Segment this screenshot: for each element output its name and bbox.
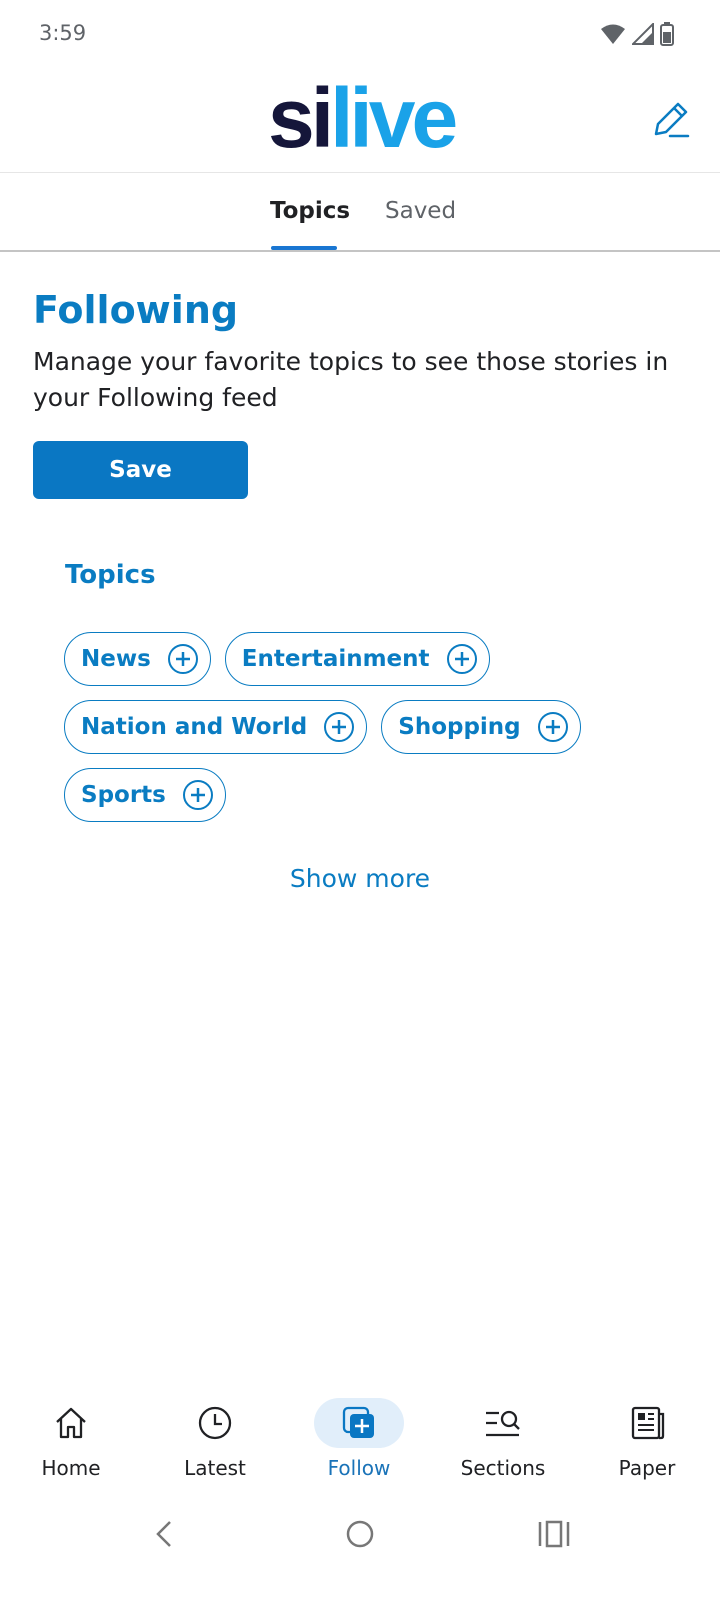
system-home-button[interactable] bbox=[340, 1514, 380, 1554]
pencil-icon bbox=[654, 102, 690, 138]
plus-circle-icon bbox=[324, 712, 355, 742]
save-button[interactable]: Save bbox=[33, 441, 248, 499]
sections-search-icon bbox=[486, 1410, 520, 1437]
topic-chip-nation-and-world[interactable]: Nation and World bbox=[64, 700, 368, 754]
follow-icon bbox=[342, 1406, 374, 1438]
topic-chip-label: Shopping bbox=[398, 714, 521, 740]
clock-icon bbox=[198, 1406, 232, 1440]
nav-label: Paper bbox=[618, 1456, 676, 1480]
show-more-link[interactable]: Show more bbox=[0, 864, 720, 893]
signal-icon bbox=[632, 23, 654, 45]
topic-chip-label: Nation and World bbox=[81, 714, 308, 740]
status-time: 3:59 bbox=[39, 21, 87, 45]
recents-icon bbox=[538, 1520, 570, 1548]
topic-chip-sports[interactable]: Sports bbox=[64, 768, 226, 822]
nav-label: Follow bbox=[327, 1456, 391, 1480]
system-nav-bar bbox=[0, 1500, 720, 1604]
nav-label: Latest bbox=[184, 1456, 246, 1480]
status-bar: 3:59 bbox=[0, 0, 720, 70]
plus-circle-icon bbox=[446, 644, 477, 674]
logo-part-si: si bbox=[268, 71, 334, 165]
page-title: Following bbox=[33, 288, 239, 332]
plus-circle-icon bbox=[182, 780, 213, 810]
nav-paper[interactable]: Paper bbox=[582, 1398, 712, 1496]
app-header: silive bbox=[0, 70, 720, 173]
status-icons bbox=[600, 22, 674, 46]
system-back-button[interactable] bbox=[145, 1514, 185, 1554]
wifi-icon bbox=[601, 24, 625, 44]
system-recents-button[interactable] bbox=[534, 1514, 574, 1554]
topic-chip-shopping[interactable]: Shopping bbox=[381, 700, 581, 754]
topic-chip-label: News bbox=[81, 646, 151, 672]
nav-sections[interactable]: Sections bbox=[438, 1398, 568, 1496]
nav-follow[interactable]: Follow bbox=[294, 1398, 424, 1496]
tab-topics[interactable]: Topics bbox=[270, 172, 350, 250]
topic-chip-entertainment[interactable]: Entertainment bbox=[224, 632, 490, 686]
battery-icon bbox=[660, 22, 674, 46]
back-icon bbox=[156, 1521, 171, 1547]
silive-logo[interactable]: silive bbox=[268, 76, 458, 160]
newspaper-icon bbox=[631, 1406, 665, 1440]
topic-chip-news[interactable]: News bbox=[64, 632, 211, 686]
nav-home[interactable]: Home bbox=[6, 1398, 136, 1496]
page-description: Manage your favorite topics to see those… bbox=[33, 347, 669, 412]
bottom-nav: Home Latest Follow Sections Paper bbox=[0, 1398, 720, 1496]
tab-active-indicator bbox=[271, 246, 337, 250]
topic-chip-label: Sports bbox=[81, 782, 166, 808]
tab-bar: Topics Saved bbox=[0, 172, 720, 252]
nav-label: Sections bbox=[460, 1456, 546, 1480]
logo-part-live: live bbox=[330, 71, 458, 165]
topic-chip-label: Entertainment bbox=[241, 646, 430, 672]
plus-circle-icon bbox=[537, 712, 568, 742]
nav-label: Home bbox=[41, 1456, 101, 1480]
home-circle-icon bbox=[346, 1520, 374, 1548]
topic-chips: News Entertainment Nation and World Shop… bbox=[64, 632, 664, 822]
plus-circle-icon bbox=[167, 644, 198, 674]
topics-heading: Topics bbox=[65, 560, 156, 590]
nav-latest[interactable]: Latest bbox=[150, 1398, 280, 1496]
edit-button[interactable] bbox=[648, 100, 692, 144]
home-icon bbox=[56, 1407, 86, 1439]
tab-saved[interactable]: Saved bbox=[385, 172, 456, 250]
